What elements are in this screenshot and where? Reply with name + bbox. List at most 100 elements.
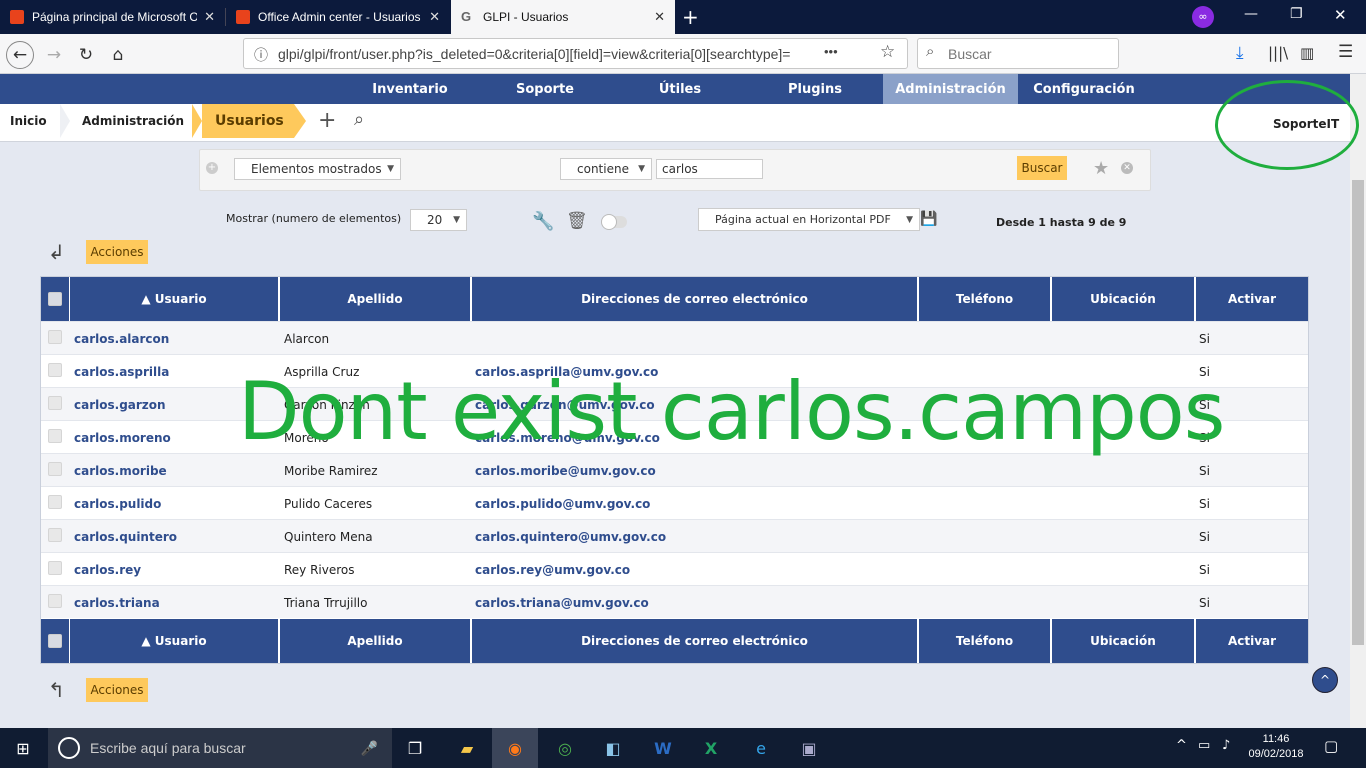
network-icon[interactable]: ▭: [1198, 738, 1210, 753]
field-select[interactable]: Elementos mostrados ▼: [234, 158, 401, 180]
row-checkbox[interactable]: [48, 462, 62, 476]
back-icon[interactable]: ←: [6, 41, 34, 69]
save-icon[interactable]: 💾: [920, 211, 937, 227]
close-window-icon[interactable]: ✕: [1334, 6, 1347, 24]
column-footer-email[interactable]: Direcciones de correo electrónico: [472, 619, 917, 663]
menu-plugins[interactable]: Plugins: [755, 74, 875, 104]
star-icon[interactable]: ★: [1093, 158, 1109, 179]
cell-email[interactable]: carlos.moreno@umv.gov.co: [475, 421, 660, 454]
search-value-input[interactable]: carlos: [656, 159, 763, 179]
restore-icon[interactable]: ❐: [1290, 6, 1303, 22]
cell-email[interactable]: carlos.quintero@umv.gov.co: [475, 520, 666, 553]
app-icon[interactable]: ◧: [590, 728, 636, 768]
tab-glpi[interactable]: G GLPI - Usuarios ✕: [451, 0, 675, 34]
download-icon[interactable]: ⤓: [1236, 43, 1244, 63]
row-checkbox[interactable]: [48, 528, 62, 542]
windows-start-icon[interactable]: ⊞: [0, 728, 46, 768]
column-header-apellido[interactable]: Apellido: [280, 277, 470, 321]
toggle-switch[interactable]: [601, 214, 627, 230]
menu-icon[interactable]: ☰: [1338, 42, 1353, 62]
tab-microsoft[interactable]: Página principal de Microsoft Of ✕: [0, 0, 225, 34]
cell-usuario[interactable]: carlos.garzon: [74, 388, 166, 421]
microphone-icon[interactable]: 🎤: [361, 740, 378, 757]
scroll-top-button[interactable]: ^: [1312, 667, 1338, 693]
word-icon[interactable]: W: [640, 728, 686, 768]
row-checkbox[interactable]: [48, 429, 62, 443]
firefox-icon[interactable]: ◉: [492, 728, 538, 768]
close-icon[interactable]: ✕: [429, 9, 440, 25]
add-criteria-icon[interactable]: +: [206, 162, 218, 174]
url-bar[interactable]: ⓘ glpi/glpi/front/user.php?is_deleted=0&…: [243, 38, 908, 69]
trash-icon[interactable]: 🗑: [566, 211, 588, 231]
close-icon[interactable]: ✕: [204, 9, 215, 25]
export-select[interactable]: Página actual en Horizontal PDF ▼: [698, 208, 920, 231]
cell-email[interactable]: carlos.triana@umv.gov.co: [475, 586, 649, 619]
volume-icon[interactable]: ♪: [1222, 738, 1230, 753]
sidebar-icon[interactable]: ▥: [1300, 44, 1314, 62]
cell-email[interactable]: carlos.garzon@umv.gov.co: [475, 388, 655, 421]
row-checkbox[interactable]: [48, 396, 62, 410]
column-footer-usuario[interactable]: ▲ Usuario: [70, 619, 278, 663]
chrome-icon[interactable]: ◎: [542, 728, 588, 768]
breadcrumb-usuarios[interactable]: Usuarios: [202, 104, 294, 138]
reset-icon[interactable]: ✕: [1121, 162, 1133, 174]
forward-icon[interactable]: →: [40, 41, 68, 69]
column-header-usuario[interactable]: ▲ Usuario: [70, 277, 278, 321]
breadcrumb-inicio[interactable]: Inicio: [10, 104, 47, 138]
cell-email[interactable]: carlos.moribe@umv.gov.co: [475, 454, 656, 487]
notifications-icon[interactable]: ▢: [1324, 737, 1338, 755]
cell-email[interactable]: carlos.asprilla@umv.gov.co: [475, 355, 658, 388]
cell-usuario[interactable]: carlos.quintero: [74, 520, 177, 553]
new-tab-button[interactable]: +: [682, 5, 699, 29]
cell-usuario[interactable]: carlos.rey: [74, 553, 141, 586]
tab-office-admin[interactable]: Office Admin center - Usuarios ✕: [226, 0, 450, 34]
cell-email[interactable]: carlos.pulido@umv.gov.co: [475, 487, 650, 520]
cell-email[interactable]: carlos.rey@umv.gov.co: [475, 553, 630, 586]
home-icon[interactable]: ⌂: [104, 41, 132, 69]
cell-usuario[interactable]: carlos.alarcon: [74, 322, 169, 355]
page-actions-icon[interactable]: •••: [824, 44, 838, 59]
row-checkbox[interactable]: [48, 594, 62, 608]
per-page-select[interactable]: 20 ▼: [410, 209, 467, 231]
row-checkbox[interactable]: [48, 495, 62, 509]
info-icon[interactable]: ⓘ: [254, 45, 268, 65]
column-footer-telefono[interactable]: Teléfono: [919, 619, 1050, 663]
file-explorer-icon[interactable]: ▰: [444, 728, 490, 768]
clock[interactable]: 11:46 09/02/2018: [1246, 732, 1306, 762]
menu-configuracion[interactable]: Configuración: [1024, 74, 1144, 104]
search-button[interactable]: Buscar: [1017, 156, 1067, 180]
row-checkbox[interactable]: [48, 330, 62, 344]
column-header-activar[interactable]: Activar: [1196, 277, 1308, 321]
column-footer-activar[interactable]: Activar: [1196, 619, 1308, 663]
row-checkbox[interactable]: [48, 561, 62, 575]
taskbar-search[interactable]: Escribe aquí para buscar 🎤: [48, 728, 392, 768]
actions-button-top[interactable]: Acciones: [86, 240, 148, 264]
wrench-icon[interactable]: 🔧: [532, 211, 554, 232]
library-icon[interactable]: |||\: [1268, 44, 1288, 62]
cell-usuario[interactable]: carlos.moribe: [74, 454, 167, 487]
cell-usuario[interactable]: carlos.triana: [74, 586, 160, 619]
reload-icon[interactable]: ↻: [72, 41, 100, 69]
operator-select[interactable]: contiene ▼: [560, 158, 652, 180]
search-icon[interactable]: ⌕: [354, 109, 364, 130]
menu-soporte[interactable]: Soporte: [485, 74, 605, 104]
column-header-telefono[interactable]: Teléfono: [919, 277, 1050, 321]
select-all-checkbox[interactable]: [48, 634, 62, 648]
menu-administracion[interactable]: Administración: [883, 74, 1018, 104]
column-footer-apellido[interactable]: Apellido: [280, 619, 470, 663]
remote-desktop-icon[interactable]: ▣: [786, 728, 832, 768]
minimize-icon[interactable]: —: [1244, 6, 1258, 22]
actions-button-bottom[interactable]: Acciones: [86, 678, 148, 702]
task-view-icon[interactable]: ❐: [392, 728, 438, 768]
breadcrumb-administracion[interactable]: Administración: [82, 104, 184, 138]
internet-explorer-icon[interactable]: e: [738, 728, 784, 768]
close-icon[interactable]: ✕: [654, 9, 665, 25]
add-icon[interactable]: +: [318, 108, 336, 133]
column-header-email[interactable]: Direcciones de correo electrónico: [472, 277, 917, 321]
bookmark-star-icon[interactable]: ☆: [880, 42, 895, 62]
excel-icon[interactable]: X: [688, 728, 734, 768]
menu-utiles[interactable]: Útiles: [620, 74, 740, 104]
column-footer-ubicacion[interactable]: Ubicación: [1052, 619, 1194, 663]
scrollbar-thumb[interactable]: [1352, 180, 1364, 645]
menu-inventario[interactable]: Inventario: [350, 74, 470, 104]
